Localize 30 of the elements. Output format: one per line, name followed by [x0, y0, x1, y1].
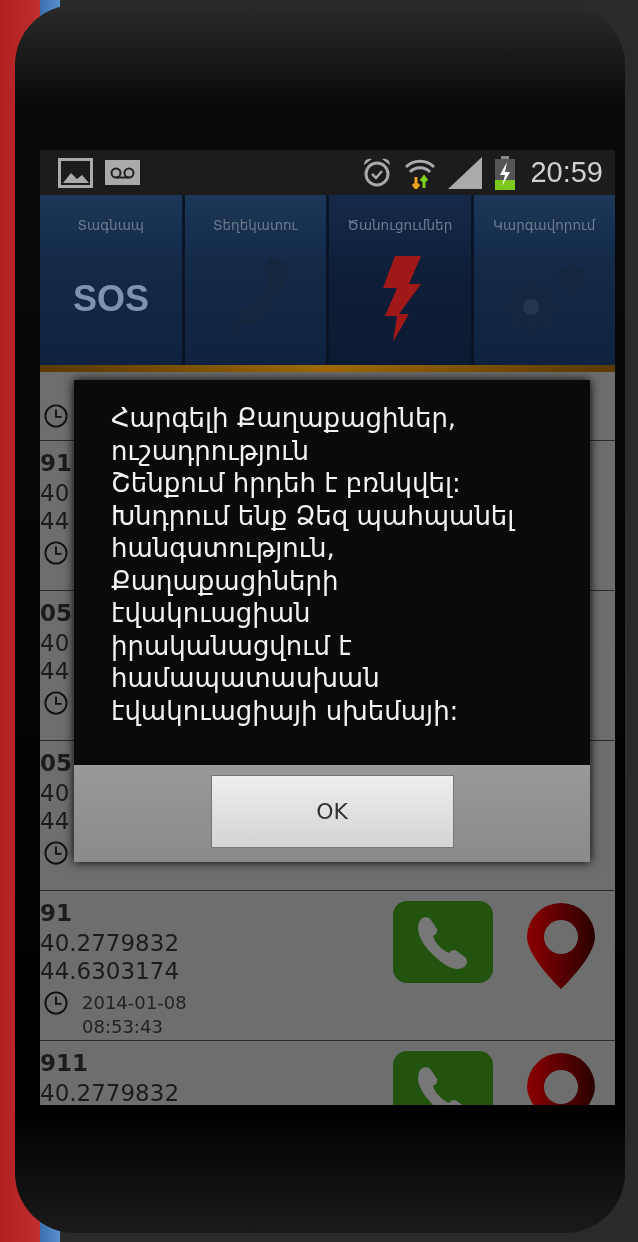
latitude: 40 [40, 629, 70, 657]
phone-number: 91 [40, 899, 72, 928]
latitude: 40.2779832 [40, 929, 179, 957]
timestamp: 2014-01-08 08:53:43 [82, 991, 187, 1039]
battery-charging-icon [494, 155, 517, 190]
alarm-clock-icon [362, 156, 393, 189]
tab[interactable]: Կարգավորում [473, 195, 615, 365]
voicemail-icon [105, 160, 140, 185]
latitude: 40 [40, 479, 70, 507]
sos-icon: SOS [62, 277, 159, 321]
longitude: 44 [40, 807, 70, 835]
phone-number: 05 [40, 599, 72, 628]
tab[interactable]: Տեղեկատու [184, 195, 326, 365]
clock-time: 20:59 [530, 156, 603, 189]
phone-number: 05 [40, 749, 72, 778]
latitude: 40.2779832 [40, 1079, 179, 1105]
latitude: 40 [40, 779, 70, 807]
longitude: 44.6303174 [40, 957, 179, 985]
call-button[interactable] [393, 901, 493, 983]
longitude: 44 [40, 507, 70, 535]
tab[interactable]: Տագնապ SOS [40, 195, 182, 365]
tab[interactable]: Ծանուցումներ [329, 195, 471, 365]
picture-icon [58, 157, 93, 188]
longitude: 44 [40, 657, 70, 685]
signal-icon [448, 156, 483, 189]
map-pin-icon[interactable] [525, 901, 597, 989]
phone-number: 91 [40, 449, 72, 478]
phone-number: 911 [40, 1049, 88, 1078]
alert-message: Հարգելի Քաղաքացիներ, ուշադրություն Շենքում հրդեհ է բռնկվել: Խնդրում ենք Ձեզ պահպանել հանգստություն, Քաղաքացիների էվակուացիան իրականացվում է համապատասխան էվակուացիայի սխեմայի: [74, 380, 590, 765]
ok-button[interactable]: OK [210, 775, 454, 848]
